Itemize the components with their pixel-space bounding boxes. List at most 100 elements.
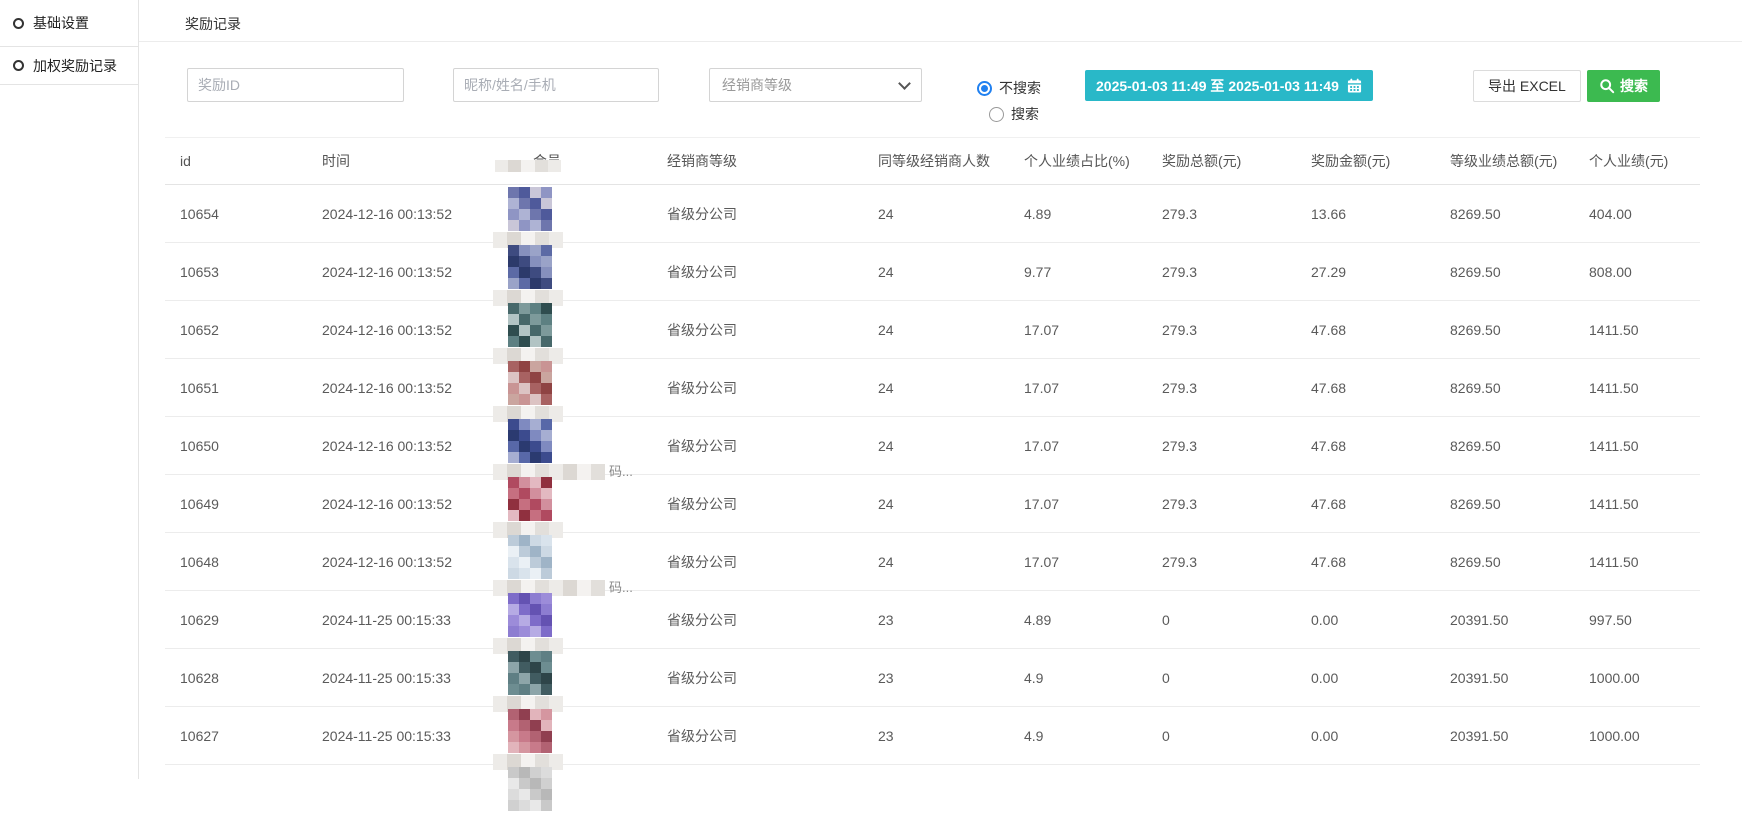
- cell-member: [533, 359, 667, 416]
- cell-member: [533, 301, 667, 358]
- radio-no-search-label: 不搜索: [999, 78, 1041, 98]
- cell-time: 2024-12-16 00:13:52: [322, 206, 533, 222]
- table-row: 106512024-12-16 00:13:52省级分公司2417.07279.…: [165, 359, 1700, 417]
- cell-id: 10627: [180, 728, 322, 744]
- cell-dealer-level: 省级分公司: [667, 378, 878, 398]
- cell-time: 2024-12-16 00:13:52: [322, 496, 533, 512]
- cell-reward-total: 279.3: [1162, 322, 1311, 338]
- cell-member: [533, 243, 667, 300]
- cell-peer-count: 23: [878, 728, 1024, 744]
- search-button-label: 搜索: [1620, 76, 1648, 96]
- cell-id: 10652: [180, 322, 322, 338]
- cell-dealer-level: 省级分公司: [667, 726, 878, 746]
- reward-id-input[interactable]: [187, 68, 404, 102]
- member-avatar-pixelated: [508, 419, 552, 463]
- cell-reward-amount: 0.00: [1311, 612, 1450, 628]
- cell-id: 10651: [180, 380, 322, 396]
- cell-reward-total: 0: [1162, 612, 1311, 628]
- column-header: 个人业绩占比(%): [1024, 151, 1162, 171]
- sidebar-item-basic-settings[interactable]: 基础设置: [0, 0, 138, 47]
- cell-personal-sales: 808.00: [1589, 264, 1700, 280]
- table-row: 106532024-12-16 00:13:52省级分公司249.77279.3…: [165, 243, 1700, 301]
- cell-personal-sales: 1000.00: [1589, 728, 1700, 744]
- cell-level-total: 8269.50: [1450, 206, 1589, 222]
- main-content: 奖励记录 经销商等级 不搜索 搜索 2025-01-03 11:49 至 202…: [0, 0, 1742, 779]
- cell-peer-count: 23: [878, 612, 1024, 628]
- cell-personal-sales: 997.50: [1589, 612, 1700, 628]
- cell-reward-total: 279.3: [1162, 206, 1311, 222]
- table-row: 106492024-12-16 00:13:52省级分公司2417.07279.…: [165, 475, 1700, 533]
- cell-reward-total: 279.3: [1162, 438, 1311, 454]
- cell-reward-amount: 0.00: [1311, 670, 1450, 686]
- cell-time: 2024-12-16 00:13:52: [322, 322, 533, 338]
- cell-member: [533, 185, 667, 242]
- cell-dealer-level: 省级分公司: [667, 262, 878, 282]
- dealer-level-select[interactable]: 经销商等级: [709, 68, 922, 102]
- column-header: 同等级经销商人数: [878, 151, 1024, 171]
- cell-personal-sales: 1411.50: [1589, 438, 1700, 454]
- cell-level-total: 8269.50: [1450, 322, 1589, 338]
- table-body: 106542024-12-16 00:13:52省级分公司244.89279.3…: [165, 185, 1700, 823]
- cell-level-total: 20391.50: [1450, 670, 1589, 686]
- cell-personal-ratio: 4.89: [1024, 206, 1162, 222]
- cell-reward-amount: 27.29: [1311, 264, 1450, 280]
- table-row: 106522024-12-16 00:13:52省级分公司2417.07279.…: [165, 301, 1700, 359]
- sidebar-item-weighted-reward-records[interactable]: 加权奖励记录: [0, 47, 138, 85]
- cell-personal-sales: 1411.50: [1589, 322, 1700, 338]
- member-avatar-pixelated: [508, 593, 552, 637]
- cell-level-total: 20391.50: [1450, 612, 1589, 628]
- cell-reward-total: 0: [1162, 670, 1311, 686]
- cell-personal-sales: 1000.00: [1589, 670, 1700, 686]
- cell-dealer-level: 省级分公司: [667, 436, 878, 456]
- column-header: 经销商等级: [667, 151, 878, 171]
- cell-member: 码...: [533, 533, 667, 590]
- cell-level-total: 8269.50: [1450, 380, 1589, 396]
- cell-level-total: 8269.50: [1450, 554, 1589, 570]
- member-avatar-pixelated: [508, 767, 552, 811]
- radio-search[interactable]: 搜索: [989, 104, 1039, 124]
- radio-no-search[interactable]: 不搜索: [977, 78, 1041, 98]
- cell-id: 10648: [180, 554, 322, 570]
- cell-personal-ratio: 4.9: [1024, 670, 1162, 686]
- export-excel-button[interactable]: 导出 EXCEL: [1473, 70, 1581, 102]
- column-header: id: [180, 153, 322, 169]
- cell-peer-count: 24: [878, 438, 1024, 454]
- radio-search-label: 搜索: [1011, 104, 1039, 124]
- title-divider: [139, 41, 1742, 42]
- cell-reward-amount: 47.68: [1311, 554, 1450, 570]
- member-search-input[interactable]: [453, 68, 659, 102]
- cell-level-total: 8269.50: [1450, 496, 1589, 512]
- date-range-button[interactable]: 2025-01-03 11:49 至 2025-01-03 11:49: [1085, 70, 1373, 101]
- cell-dealer-level: 省级分公司: [667, 320, 878, 340]
- member-avatar-pixelated: [508, 361, 552, 405]
- cell-level-total: 8269.50: [1450, 264, 1589, 280]
- cell-dealer-level: 省级分公司: [667, 610, 878, 630]
- cell-reward-amount: 47.68: [1311, 438, 1450, 454]
- cell-reward-amount: 47.68: [1311, 496, 1450, 512]
- member-name-suffix: 码...: [609, 461, 633, 480]
- cell-time: 2024-12-16 00:13:52: [322, 554, 533, 570]
- circle-icon: [13, 18, 24, 29]
- table-row: 106282024-11-25 00:15:33省级分公司234.900.002…: [165, 649, 1700, 707]
- cell-peer-count: 24: [878, 496, 1024, 512]
- circle-icon: [13, 60, 24, 71]
- column-header: 个人业绩(元): [1589, 151, 1700, 171]
- table-row: 106482024-12-16 00:13:52码...省级分公司2417.07…: [165, 533, 1700, 591]
- table-header-row: id时间会员经销商等级同等级经销商人数个人业绩占比(%)奖励总额(元)奖励金额(…: [165, 137, 1700, 185]
- search-button[interactable]: 搜索: [1587, 70, 1660, 102]
- column-header: 奖励金额(元): [1311, 151, 1450, 171]
- radio-unselected-icon: [989, 107, 1004, 122]
- dealer-level-select-value: 经销商等级: [722, 75, 792, 95]
- cell-id: 10628: [180, 670, 322, 686]
- chevron-down-icon: [898, 77, 911, 90]
- cell-id: 10629: [180, 612, 322, 628]
- column-header: 等级业绩总额(元): [1450, 151, 1589, 171]
- member-avatar-pixelated: [508, 477, 552, 521]
- cell-personal-ratio: 4.9: [1024, 728, 1162, 744]
- member-avatar-pixelated: [508, 187, 552, 231]
- cell-time: 2024-11-25 00:15:33: [322, 728, 533, 744]
- cell-peer-count: 24: [878, 322, 1024, 338]
- radio-selected-icon: [977, 81, 992, 96]
- cell-peer-count: 24: [878, 380, 1024, 396]
- cell-dealer-level: 省级分公司: [667, 494, 878, 514]
